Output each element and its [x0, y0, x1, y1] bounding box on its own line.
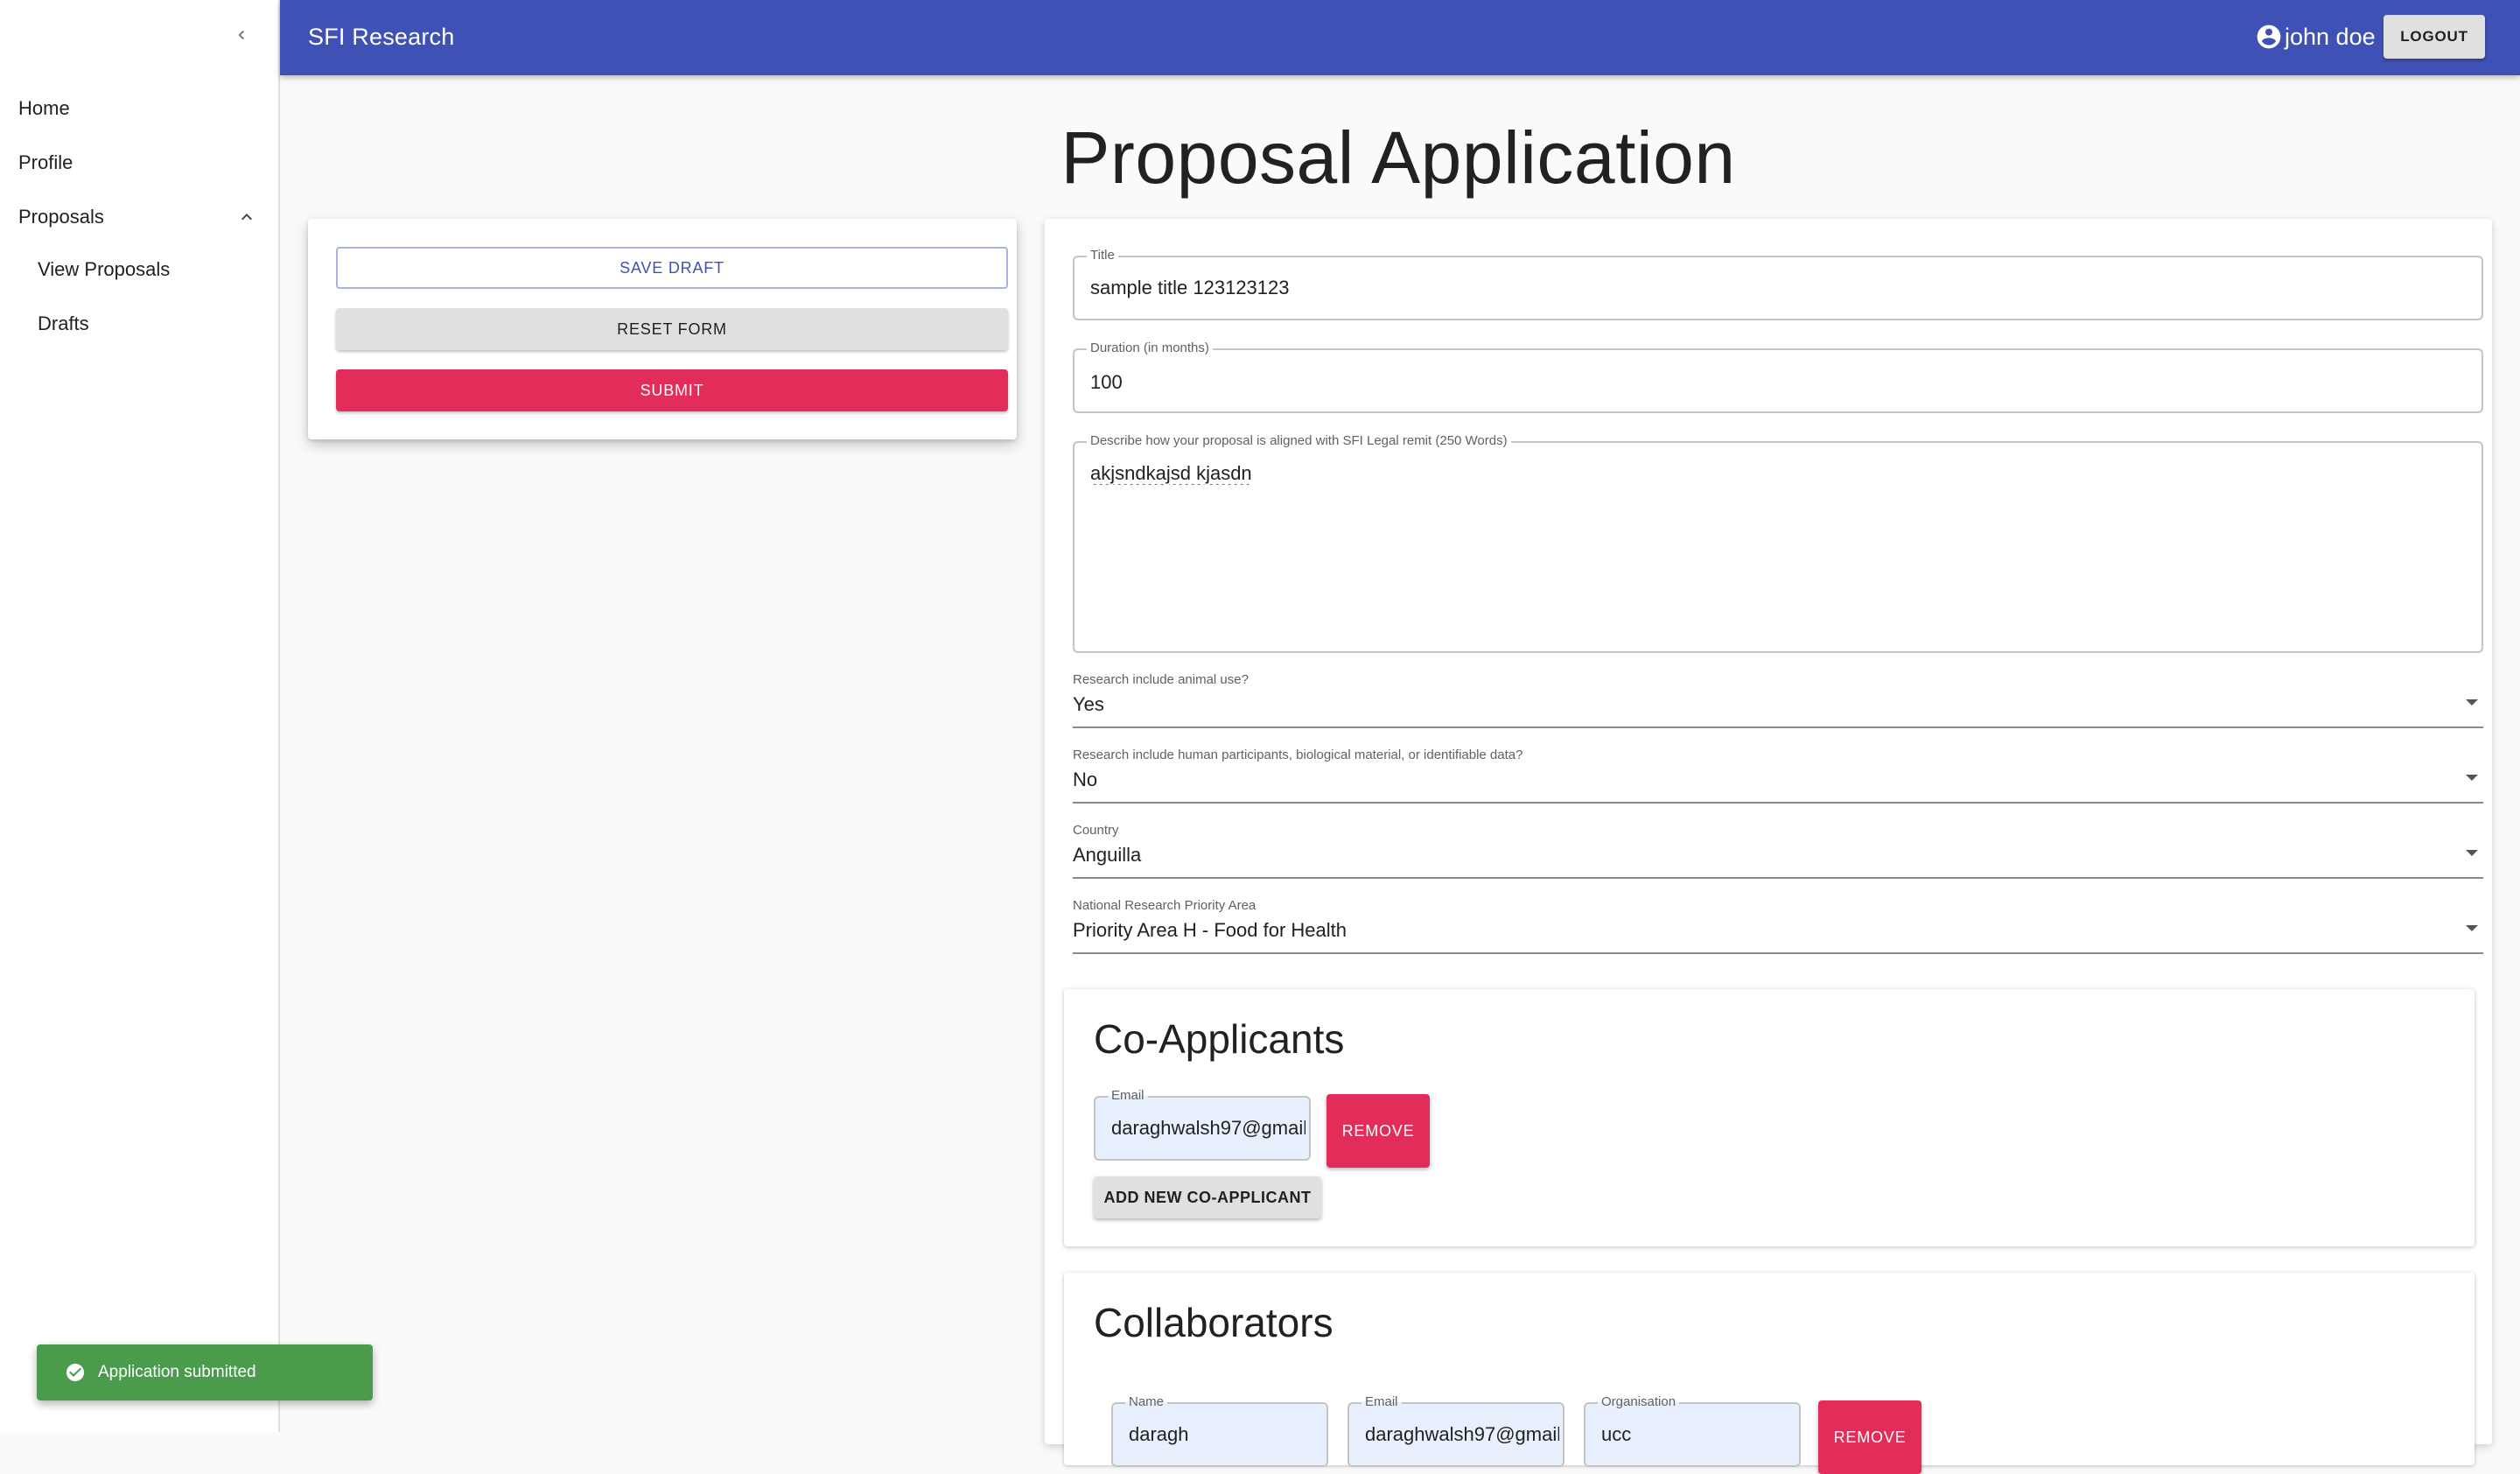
account-circle-icon: [2257, 25, 2281, 49]
proposal-form: Title sample title 123123123 Duration (i…: [1045, 219, 2492, 1474]
title-value: sample title 123123123: [1090, 277, 1290, 298]
sidebar-item-proposals[interactable]: Proposals: [0, 191, 278, 243]
duration-field[interactable]: Duration (in months) 100: [1073, 340, 2483, 413]
email-value: daraghwalsh97@gmail.com: [1365, 1423, 1559, 1445]
app-bar: SFI Research john doe LOGOUT: [280, 0, 2520, 75]
co-applicants-title: Co-Applicants: [1094, 1016, 1345, 1062]
sidebar-item-home[interactable]: Home: [0, 82, 278, 135]
human-participants-value: No: [1073, 769, 1098, 790]
dropdown-arrow-icon: [2466, 850, 2478, 856]
remit-label: Describe how your proposal is aligned wi…: [1087, 433, 1511, 448]
title-label: Title: [1087, 248, 1118, 263]
collaborator-name-field[interactable]: Name daragh: [1111, 1394, 1328, 1467]
organisation-value: ucc: [1601, 1423, 1632, 1445]
snackbar: Application submitted: [37, 1344, 373, 1400]
collapse-sidebar-button[interactable]: [226, 19, 257, 51]
human-participants-select[interactable]: Research include human participants, bio…: [1073, 748, 2483, 804]
sidebar-item-label: Home: [18, 97, 70, 119]
snackbar-message: Application submitted: [98, 1363, 256, 1381]
logout-button[interactable]: LOGOUT: [2384, 15, 2485, 59]
dropdown-arrow-icon: [2466, 925, 2478, 931]
remit-textarea[interactable]: Describe how your proposal is aligned wi…: [1073, 433, 2483, 653]
sidebar-item-label: Proposals: [18, 206, 104, 228]
co-applicant-email-field[interactable]: Email daraghwalsh97@gmail.com: [1094, 1088, 1311, 1161]
duration-value: 100: [1090, 371, 1123, 393]
co-applicants-section: Co-Applicants Email daraghwalsh97@gmail.…: [1064, 989, 2474, 1246]
collaborator-email-field[interactable]: Email daraghwalsh97@gmail.com: [1348, 1394, 1564, 1467]
country-select[interactable]: Country Anguilla: [1073, 823, 2483, 879]
email-label: Email: [1108, 1088, 1148, 1103]
chevron-left-icon: [238, 31, 244, 39]
dropdown-arrow-icon: [2466, 699, 2478, 705]
save-draft-button[interactable]: SAVE DRAFT: [336, 247, 1008, 289]
page-title: Proposal Application: [1060, 116, 1736, 199]
name-value: daragh: [1129, 1423, 1189, 1445]
title-field[interactable]: Title sample title 123123123: [1073, 248, 2483, 320]
priority-area-select[interactable]: National Research Priority Area Priority…: [1073, 898, 2483, 954]
sidebar-item-view-proposals[interactable]: View Proposals: [0, 243, 278, 296]
remit-value: akjsndkajsd kjasdn: [1090, 462, 1252, 484]
human-participants-label: Research include human participants, bio…: [1073, 748, 1523, 762]
name-label: Name: [1125, 1394, 1168, 1409]
remove-collaborator-button[interactable]: REMOVE: [1818, 1400, 1922, 1474]
chevron-up-icon: [242, 214, 252, 221]
user-name: john doe: [2285, 24, 2376, 50]
sidebar-item-drafts[interactable]: Drafts: [0, 298, 278, 350]
actions-card: SAVE DRAFT RESET FORM SUBMIT: [308, 219, 1017, 439]
email-value: daraghwalsh97@gmail.com: [1111, 1117, 1306, 1139]
country-label: Country: [1073, 823, 1119, 838]
sidebar-item-profile[interactable]: Profile: [0, 137, 278, 189]
animal-use-value: Yes: [1073, 693, 1104, 715]
country-value: Anguilla: [1073, 844, 1142, 866]
remove-co-applicant-button[interactable]: REMOVE: [1326, 1094, 1430, 1168]
collaborators-title: Collaborators: [1094, 1300, 1334, 1345]
sidebar-item-label: View Proposals: [38, 258, 171, 280]
priority-area-value: Priority Area H - Food for Health: [1073, 919, 1348, 941]
add-co-applicant-button[interactable]: ADD NEW CO-APPLICANT: [1094, 1176, 1321, 1218]
collaborator-organisation-field[interactable]: Organisation ucc: [1584, 1394, 1801, 1467]
email-label: Email: [1362, 1394, 1402, 1409]
submit-button[interactable]: SUBMIT: [336, 369, 1008, 411]
organisation-label: Organisation: [1598, 1394, 1680, 1409]
dropdown-arrow-icon: [2466, 775, 2478, 781]
reset-form-button[interactable]: RESET FORM: [336, 308, 1008, 350]
collaborators-section: Collaborators Name daragh Email daraghwa…: [1064, 1273, 2474, 1474]
animal-use-label: Research include animal use?: [1073, 672, 1249, 687]
check-circle-icon: [66, 1364, 84, 1381]
priority-area-label: National Research Priority Area: [1073, 898, 1256, 913]
animal-use-select[interactable]: Research include animal use? Yes: [1073, 672, 2483, 728]
sidebar: Home Profile Proposals View Proposals Dr…: [0, 0, 280, 1432]
app-title: SFI Research: [308, 24, 455, 50]
sidebar-item-label: Profile: [18, 151, 74, 173]
duration-label: Duration (in months): [1087, 340, 1213, 355]
sidebar-item-label: Drafts: [38, 312, 89, 334]
